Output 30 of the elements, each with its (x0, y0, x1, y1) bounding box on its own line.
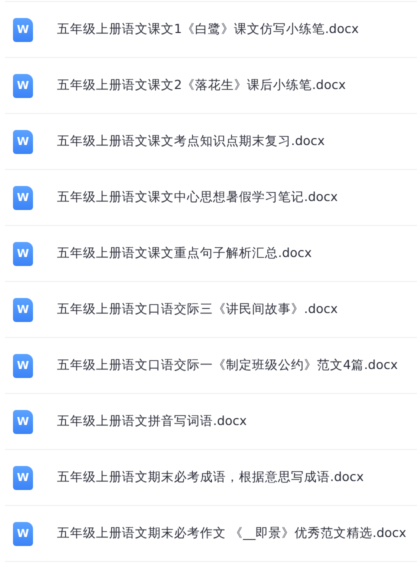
file-row[interactable]: W 五年级上册语文口语交际一《制定班级公约》范文4篇.docx (5, 338, 417, 394)
document-icon: W (13, 354, 33, 378)
file-name: 五年级上册语文期末必考作文 《__即景》优秀范文精选.docx (57, 525, 406, 542)
document-icon: W (13, 410, 33, 434)
document-icon: W (13, 242, 33, 266)
file-name: 五年级上册语文课文考点知识点期末复习.docx (57, 133, 325, 150)
file-row[interactable]: W 五年级上册语文拼音写词语.docx (5, 394, 417, 450)
file-row[interactable]: W 五年级上册语文期末必考成语，根据意思写成语.docx (5, 450, 417, 506)
document-icon: W (13, 130, 33, 154)
file-name: 五年级上册语文课文1《白鹭》课文仿写小练笔.docx (57, 21, 359, 38)
file-row[interactable]: W 五年级上册语文课文中心思想暑假学习笔记.docx (5, 170, 417, 226)
document-icon: W (13, 18, 33, 42)
file-row[interactable]: W 五年级上册语文课文2《落花生》课后小练笔.docx (5, 58, 417, 114)
file-name: 五年级上册语文课文2《落花生》课后小练笔.docx (57, 77, 346, 94)
document-icon: W (13, 466, 33, 490)
file-row[interactable]: W 五年级上册语文期末必考作文 《__即景》优秀范文精选.docx (5, 506, 417, 562)
file-row[interactable]: W 五年级上册语文课文考点知识点期末复习.docx (5, 114, 417, 170)
file-name: 五年级上册语文期末必考成语，根据意思写成语.docx (57, 469, 364, 486)
document-icon: W (13, 186, 33, 210)
file-row[interactable]: W 五年级上册语文口语交际三《讲民间故事》.docx (5, 282, 417, 338)
file-name: 五年级上册语文课文中心思想暑假学习笔记.docx (57, 189, 338, 206)
document-icon: W (13, 522, 33, 546)
file-name: 五年级上册语文拼音写词语.docx (57, 413, 247, 430)
file-name: 五年级上册语文课文重点句子解析汇总.docx (57, 245, 312, 262)
file-row[interactable]: W 五年级上册语文课文重点句子解析汇总.docx (5, 226, 417, 282)
document-icon: W (13, 74, 33, 98)
document-icon: W (13, 298, 33, 322)
file-row[interactable]: W 五年级上册语文课文1《白鹭》课文仿写小练笔.docx (5, 2, 417, 58)
file-name: 五年级上册语文口语交际三《讲民间故事》.docx (57, 301, 338, 318)
file-name: 五年级上册语文口语交际一《制定班级公约》范文4篇.docx (57, 357, 398, 374)
